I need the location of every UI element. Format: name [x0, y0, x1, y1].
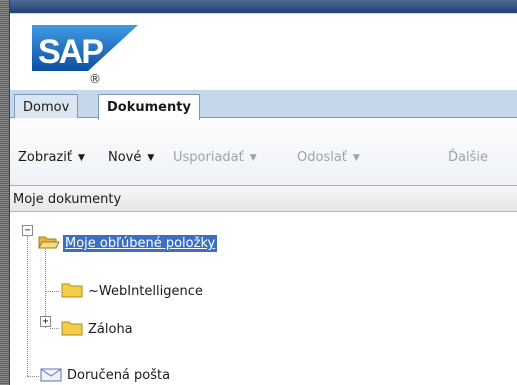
folder-icon [61, 283, 83, 298]
tree-node-favorites[interactable]: Moje obľúbené položky [38, 234, 218, 252]
inbox-icon [40, 368, 62, 382]
dropdown-arrow-icon: ▼ [77, 153, 85, 163]
more-menu-button[interactable]: Ďalšie [448, 150, 488, 165]
tree-node-label: Záloha [88, 322, 133, 337]
tab-domov[interactable]: Domov [14, 94, 79, 119]
logo-area: SAP ® [10, 14, 517, 90]
tab-bar: Domov Dokumenty [10, 90, 517, 120]
folder-icon [61, 321, 83, 336]
send-menu-label: Odoslať [297, 150, 347, 165]
tree-node-label: ~WebIntelligence [88, 284, 203, 299]
tree-node-inbox[interactable]: Doručená pošta [40, 366, 172, 383]
view-menu-label: Zobraziť [18, 150, 72, 165]
panel-header: Moje dokumenty [10, 186, 517, 212]
more-menu-label: Ďalšie [448, 150, 488, 165]
tree-node-label: Moje obľúbené položky [63, 235, 218, 252]
tree-connector [45, 240, 46, 328]
expand-toggle-icon[interactable]: + [40, 316, 51, 327]
organize-menu-button[interactable]: Usporiadať ▼ [173, 150, 257, 165]
svg-text:®: ® [89, 72, 101, 86]
top-banner-bar [10, 0, 517, 14]
tree-connector [27, 236, 28, 376]
open-folder-icon [38, 236, 60, 249]
folder-tree: − Moje obľúbené položky ~WebIntelligence… [10, 212, 517, 385]
tree-connector [45, 291, 59, 292]
tree-node-label: Doručená pošta [67, 368, 171, 383]
tab-dokumenty[interactable]: Dokumenty [98, 94, 200, 120]
tree-connector [50, 328, 59, 329]
sap-logo: SAP ® [32, 25, 138, 86]
panel-title: Moje dokumenty [13, 192, 122, 207]
tree-node-webintelligence[interactable]: ~WebIntelligence [61, 282, 205, 299]
new-menu-button[interactable]: Nové ▼ [108, 150, 154, 165]
collapse-toggle-icon[interactable]: − [22, 225, 33, 236]
dropdown-arrow-icon: ▼ [352, 153, 360, 163]
tree-node-zaloha[interactable]: Záloha [61, 320, 135, 337]
new-menu-label: Nové [108, 150, 142, 165]
tree-connector [27, 376, 39, 377]
svg-text:SAP: SAP [38, 33, 103, 71]
toolbar: Zobraziť ▼ Nové ▼ Usporiadať ▼ Odoslať ▼ Ďal… [10, 118, 517, 186]
dropdown-arrow-icon: ▼ [147, 153, 155, 163]
window-frame-left [0, 0, 10, 385]
organize-menu-label: Usporiadať [173, 150, 244, 165]
dropdown-arrow-icon: ▼ [249, 153, 257, 163]
send-menu-button[interactable]: Odoslať ▼ [297, 150, 360, 165]
view-menu-button[interactable]: Zobraziť ▼ [18, 150, 85, 165]
